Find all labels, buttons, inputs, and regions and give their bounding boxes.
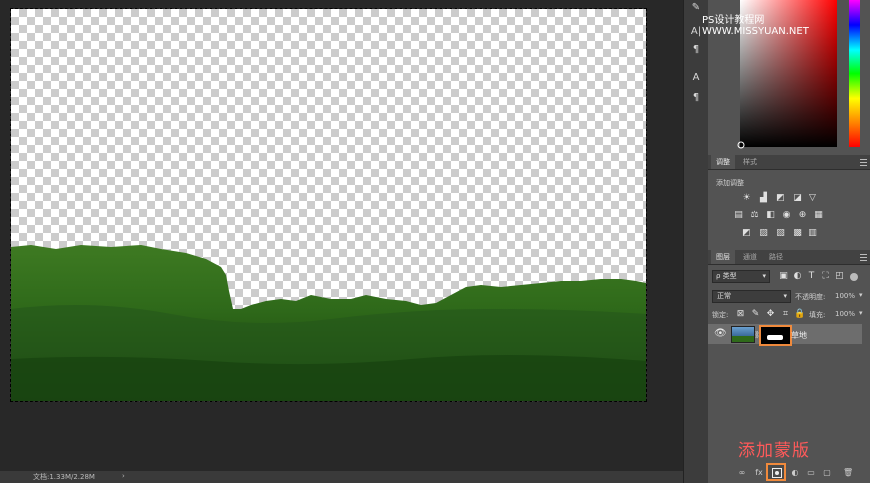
photo-filter-icon[interactable]: ◉ <box>781 210 792 220</box>
watermark-text: PS设计教程网 WWW.MISSYUAN.NET <box>702 15 809 37</box>
opacity-label: 不透明度: <box>795 293 826 301</box>
document-workspace <box>0 0 683 471</box>
layer-thumbnail[interactable] <box>731 326 755 343</box>
panel-icon-strip: ✎ A| ¶ A ¶ <box>683 0 708 483</box>
channel-mixer-icon[interactable]: ⊕ <box>797 210 808 220</box>
tab-channels[interactable]: 通道 <box>738 250 762 264</box>
tab-paths[interactable]: 路径 <box>764 250 788 264</box>
grass-image <box>11 245 646 401</box>
panel-menu-icon[interactable] <box>860 254 867 261</box>
character-styles-icon[interactable]: A <box>687 70 705 86</box>
lock-paint-icon[interactable]: ✎ <box>750 309 761 319</box>
document-canvas[interactable] <box>11 9 646 401</box>
opacity-arrow-icon[interactable]: ▾ <box>859 291 863 299</box>
tab-styles[interactable]: 样式 <box>738 155 762 169</box>
lock-transparent-icon[interactable]: ⊠ <box>735 309 746 319</box>
invert-icon[interactable]: ◩ <box>741 228 752 238</box>
lock-all-icon[interactable]: 🔒 <box>794 309 805 319</box>
new-group-icon[interactable]: ▭ <box>806 468 816 478</box>
fill-label: 填充: <box>809 311 826 319</box>
black-white-icon[interactable]: ◧ <box>765 210 776 220</box>
mask-shape <box>767 335 783 340</box>
mask-icon <box>772 468 782 478</box>
right-panel-dock: PS设计教程网 WWW.MISSYUAN.NET 调整 样式 添加调整 ☀ ▟ … <box>702 0 870 483</box>
fill-arrow-icon[interactable]: ▾ <box>859 309 863 317</box>
tab-layers[interactable]: 图层 <box>711 250 735 264</box>
levels-icon[interactable]: ▟ <box>758 193 769 203</box>
filter-smart-icon[interactable]: ◰ <box>834 271 845 281</box>
status-menu-arrow[interactable]: › <box>122 472 125 480</box>
brightness-icon[interactable]: ☀ <box>741 193 752 203</box>
status-bar: 文档:1.33M/2.28M › <box>0 471 683 483</box>
selective-color-icon[interactable]: ▩ <box>792 228 803 238</box>
tab-adjustments[interactable]: 调整 <box>711 155 735 169</box>
exposure-icon[interactable]: ◪ <box>792 193 803 203</box>
add-mask-button[interactable] <box>766 463 786 481</box>
posterize-icon[interactable]: ▨ <box>758 228 769 238</box>
lock-artboard-icon[interactable]: ⌗ <box>780 309 791 319</box>
layer-mask-thumbnail[interactable] <box>759 325 792 346</box>
layer-name[interactable]: 草地 <box>791 330 807 341</box>
layer-filter-dropdown[interactable]: ρ 类型 ▾ <box>712 270 770 283</box>
blend-mode-dropdown[interactable]: 正常 ▾ <box>712 290 791 303</box>
annotation-add-mask: 添加蒙版 <box>738 441 810 461</box>
color-lookup-icon[interactable]: ▦ <box>813 210 824 220</box>
filter-type-icon[interactable]: T <box>806 271 817 281</box>
paragraph-panel-icon[interactable]: ¶ <box>687 42 705 58</box>
link-layers-icon[interactable]: ∞ <box>737 468 747 478</box>
lock-move-icon[interactable]: ✥ <box>765 309 776 319</box>
adjustment-layer-icon[interactable]: ◐ <box>790 468 800 478</box>
document-size-text: 文档:1.33M/2.28M <box>33 473 95 481</box>
vibrance-icon[interactable]: ▽ <box>807 193 818 203</box>
panel-menu-icon[interactable] <box>860 159 867 166</box>
filter-adjustment-icon[interactable]: ◐ <box>792 271 803 281</box>
layer-row-grass[interactable]: 👁 ⛓ 草地 <box>708 324 862 346</box>
opacity-value[interactable]: 100% <box>835 292 855 300</box>
threshold-icon[interactable]: ▧ <box>775 228 786 238</box>
fill-value[interactable]: 100% <box>835 310 855 318</box>
filter-toggle-icon[interactable] <box>850 273 858 281</box>
layer-style-fx-icon[interactable]: fx <box>754 468 764 478</box>
color-balance-icon[interactable]: ⚖ <box>749 210 760 220</box>
filter-pixel-icon[interactable]: ▣ <box>778 271 789 281</box>
visibility-eye-icon[interactable]: 👁 <box>714 328 727 339</box>
curves-icon[interactable]: ◩ <box>775 193 786 203</box>
lock-label: 锁定: <box>712 311 729 319</box>
adjustments-title: 添加调整 <box>716 179 744 187</box>
gradient-map-icon[interactable]: ▥ <box>807 228 818 238</box>
adjustments-panel: 调整 样式 添加调整 ☀ ▟ ◩ ◪ ▽ ▤ ⚖ ◧ ◉ ⊕ ▦ ◩ ▨ ▧ ▩… <box>708 155 870 245</box>
filter-shape-icon[interactable]: ⛶ <box>820 271 831 281</box>
delete-layer-icon[interactable]: 🗑 <box>843 468 853 478</box>
paragraph-styles-icon[interactable]: ¶ <box>687 90 705 106</box>
new-layer-icon[interactable]: ▢ <box>822 468 832 478</box>
hue-saturation-icon[interactable]: ▤ <box>733 210 744 220</box>
